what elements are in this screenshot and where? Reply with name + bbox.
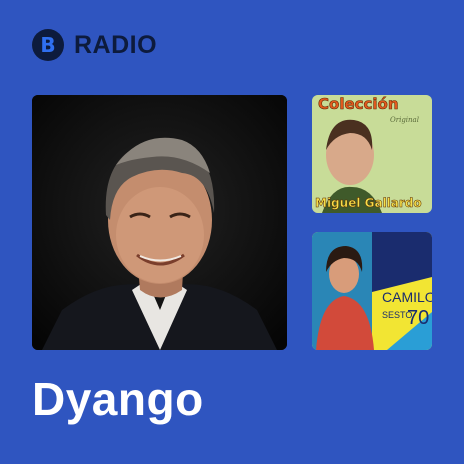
brand-label: RADIO <box>74 30 158 59</box>
artist-photo[interactable] <box>32 95 287 350</box>
cover1-title: Colección <box>318 95 399 113</box>
radio-brand: B RADIO <box>32 28 157 62</box>
album-cover-camilo-sesto[interactable]: CAMILO SESTO 70 <box>312 232 432 350</box>
cover2-artist: CAMILO <box>382 289 432 305</box>
album-cover-miguel-gallardo[interactable]: Colección Original Miguel Gallardo <box>312 95 432 213</box>
artist-portrait-image <box>32 95 287 350</box>
logo-glyph: B <box>40 33 56 57</box>
radio-logo-icon: B <box>32 29 64 61</box>
radio-card[interactable]: B RADIO Colección Original Miguel Gallar… <box>0 0 464 464</box>
station-title: Dyango <box>32 373 204 425</box>
cover2-number: 70 <box>407 307 429 329</box>
album-cover-image: CAMILO SESTO 70 <box>312 232 432 350</box>
cover1-artist: Miguel Gallardo <box>315 196 422 210</box>
album-cover-image: Colección Original Miguel Gallardo <box>312 95 432 213</box>
cover1-subtitle: Original <box>390 116 419 124</box>
